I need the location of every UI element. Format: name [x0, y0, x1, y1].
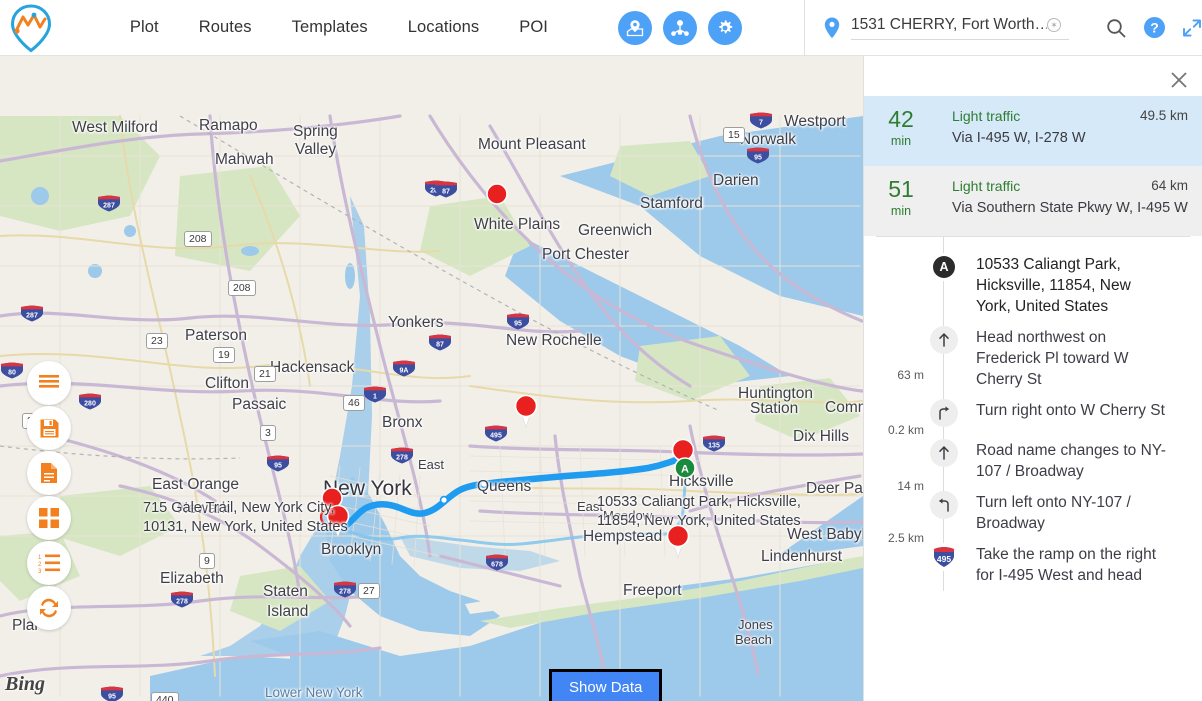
main-navigation: Plot Routes Templates Locations POI: [110, 0, 568, 56]
route-option-2-distance: 64 km: [1151, 178, 1188, 193]
app-header: Plot Routes Templates Locations POI 1531…: [0, 0, 1202, 56]
numbered-list-icon: 1 2 3: [38, 553, 60, 573]
refresh-icon: [38, 597, 60, 619]
panel-header: [864, 64, 1202, 96]
map-tools-sidebar: 1 2 3: [27, 361, 71, 630]
nav-routes[interactable]: Routes: [179, 0, 272, 56]
direction-step[interactable]: 0.2 km Turn right onto W Cherry St: [864, 395, 1202, 437]
direction-step[interactable]: 2.5 km Turn left onto NY-107 / Broadway: [864, 487, 1202, 545]
direction-step-text: Turn left onto NY-107 / Broadway: [976, 494, 1131, 532]
turn-right-icon: [930, 399, 958, 427]
arrow-up-icon: [930, 439, 958, 467]
nav-plot[interactable]: Plot: [110, 0, 179, 56]
direction-step[interactable]: 14 m Road name changes to NY-107 / Broad…: [864, 435, 1202, 493]
ordered-list-button[interactable]: 1 2 3: [27, 541, 71, 585]
direction-step-distance: 63 m: [897, 368, 924, 382]
app-logo[interactable]: [0, 0, 62, 56]
menu-button[interactable]: [27, 361, 71, 405]
svg-text:3: 3: [38, 569, 42, 573]
route-option-2-via: Via Southern State Pkwy W, I-495 W: [952, 200, 1188, 216]
location-pin-icon: [823, 16, 841, 40]
search-icon[interactable]: [1105, 17, 1127, 39]
route-option-1-traffic: Light traffic: [952, 108, 1021, 124]
direction-step[interactable]: 63 m Head northwest on Frederick Pl towa…: [864, 322, 1202, 395]
expand-icon[interactable]: [1182, 18, 1202, 38]
route-options-list: 42 min Light traffic 49.5 km Via I-495 W…: [864, 96, 1202, 236]
map-canvas[interactable]: West Milford Ramapo Spring Valley Mahwah Moun…: [0, 56, 863, 701]
map-pin-layer-icon[interactable]: [618, 10, 652, 45]
interstate-495-shield-icon: 495: [930, 543, 958, 571]
route-option-2-duration: 51 min: [864, 166, 938, 236]
directions-steps-list: A 10533 Caliangt Park, Hicksville, 11854…: [864, 237, 1202, 591]
close-icon[interactable]: [1168, 69, 1190, 91]
floppy-disk-icon: [39, 418, 60, 439]
document-icon: [40, 462, 58, 484]
direction-step-text: Head northwest on Frederick Pl toward W …: [976, 329, 1129, 388]
svg-text:495: 495: [937, 554, 951, 564]
directions-panel: 42 min Light traffic 49.5 km Via I-495 W…: [863, 56, 1202, 701]
route-option-1-details: Light traffic 49.5 km Via I-495 W, I-278…: [938, 96, 1202, 166]
route-option-2-unit: min: [890, 204, 912, 218]
map-base-layer: [0, 56, 863, 701]
route-option-1-via: Via I-495 W, I-278 W: [952, 130, 1086, 146]
nav-locations[interactable]: Locations: [388, 0, 500, 56]
origin-letter: A: [933, 256, 955, 278]
help-icon[interactable]: ?: [1143, 16, 1166, 39]
direction-step[interactable]: A 10533 Caliangt Park, Hicksville, 11854…: [864, 249, 1202, 322]
route-option-2-traffic: Light traffic: [952, 178, 1021, 194]
header-right-icons: ?: [1105, 16, 1202, 39]
header-icon-group: [618, 10, 742, 45]
route-option-1-unit: min: [890, 134, 912, 148]
direction-step-text: Turn right onto W Cherry St: [976, 402, 1165, 419]
refresh-button[interactable]: [27, 586, 71, 630]
search-input[interactable]: [851, 15, 1047, 34]
route-option-2[interactable]: 51 min Light traffic 64 km Via Southern …: [864, 166, 1202, 236]
nav-poi[interactable]: POI: [499, 0, 568, 56]
arrow-up-icon: [930, 326, 958, 354]
svg-text:2: 2: [38, 562, 42, 568]
panel-top-spacer: [864, 56, 1202, 64]
direction-step-text: Take the ramp on the right for I-495 Wes…: [976, 546, 1157, 584]
direction-step[interactable]: 495 Take the ramp on the right for I-495…: [864, 539, 1202, 591]
direction-step-text: Road name changes to NY-107 / Broadway: [976, 442, 1166, 480]
nav-templates[interactable]: Templates: [272, 0, 388, 56]
origin-marker-icon: A: [930, 253, 958, 281]
grid-icon: [39, 508, 59, 528]
turn-left-icon: [930, 491, 958, 519]
route-option-1-minutes: 42: [888, 106, 914, 132]
route-option-1-duration: 42 min: [864, 96, 938, 166]
gear-icon[interactable]: [708, 10, 742, 45]
report-button[interactable]: [27, 451, 71, 495]
svg-text:1: 1: [38, 555, 42, 561]
svg-text:?: ?: [1150, 20, 1159, 36]
route-option-1-distance: 49.5 km: [1139, 108, 1188, 123]
route-option-1[interactable]: 42 min Light traffic 49.5 km Via I-495 W…: [864, 96, 1202, 166]
hamburger-icon: [38, 374, 60, 392]
route-option-2-minutes: 51: [888, 176, 914, 202]
direction-step-text: 10533 Caliangt Park, Hicksville, 11854, …: [976, 256, 1131, 315]
grid-button[interactable]: [27, 496, 71, 540]
share-network-icon[interactable]: [663, 10, 697, 45]
save-button[interactable]: [27, 406, 71, 450]
route-option-2-details: Light traffic 64 km Via Southern State P…: [938, 166, 1202, 236]
search-field[interactable]: ✶: [851, 15, 1069, 40]
show-data-button[interactable]: Show Data: [549, 669, 663, 701]
clear-icon[interactable]: ✶: [1047, 17, 1061, 32]
search-area: ✶: [804, 0, 1069, 56]
